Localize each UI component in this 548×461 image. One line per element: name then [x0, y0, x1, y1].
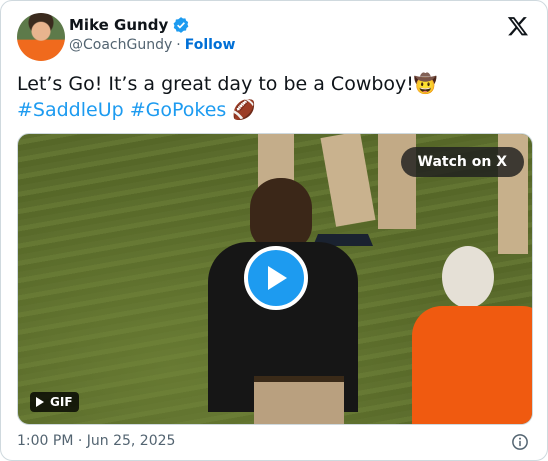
play-icon: [268, 266, 287, 290]
gif-play-icon: [36, 397, 44, 407]
verified-badge-icon: [173, 17, 189, 33]
follow-button[interactable]: Follow: [185, 37, 236, 53]
gif-badge: GIF: [30, 392, 79, 412]
author-block: Mike Gundy @CoachGundy · Follow: [69, 16, 235, 53]
coach-head: [250, 178, 312, 250]
gif-label: GIF: [50, 395, 73, 409]
info-icon[interactable]: [511, 433, 529, 451]
tweet-text: Let’s Go! It’s a great day to be a Cowbo…: [17, 71, 527, 123]
avatar[interactable]: [17, 13, 65, 61]
media-video[interactable]: Watch on X GIF: [17, 133, 533, 425]
football-emoji: 🏈: [232, 99, 257, 121]
hashtag-saddleup[interactable]: #SaddleUp: [17, 99, 124, 121]
separator-dot: ·: [176, 37, 181, 53]
author-handle[interactable]: @CoachGundy: [69, 37, 172, 53]
woman-hair: [442, 246, 494, 308]
tweet-body: Let’s Go! It’s a great day to be a Cowbo…: [17, 73, 438, 95]
play-button[interactable]: [244, 246, 308, 310]
hashtag-gopokes[interactable]: #GoPokes: [130, 99, 227, 121]
author-name[interactable]: Mike Gundy: [69, 16, 168, 34]
tweet-timestamp[interactable]: 1:00 PM · Jun 25, 2025: [17, 433, 175, 449]
coach-pants: [254, 382, 344, 424]
tweet-card[interactable]: Mike Gundy @CoachGundy · Follow Let’s Go…: [0, 0, 548, 461]
x-logo-icon[interactable]: [507, 15, 529, 37]
watch-on-x-button[interactable]: Watch on X: [400, 147, 524, 177]
woman-body: [412, 306, 532, 424]
